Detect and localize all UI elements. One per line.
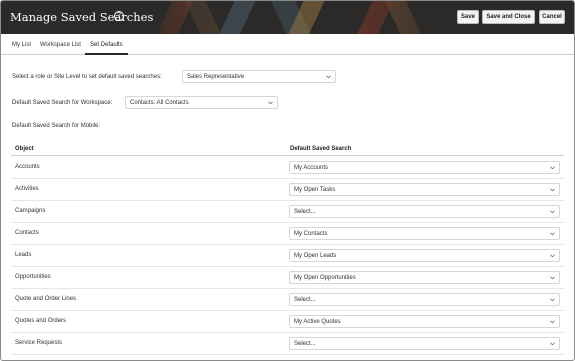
save-and-close-button[interactable]: Save and Close [482,10,535,24]
default-saved-search-select[interactable]: Select... [289,205,560,218]
table-row: Quote and Order Lines Select... [11,289,564,311]
table-row: Activities My Open Tasks [11,179,564,201]
default-saved-search-select[interactable]: My Open Opportunities [289,271,560,284]
select-value: My Active Quotes [294,319,341,325]
object-name: Service Requests [15,340,63,346]
dialog-header: Manage Saved Searches ? Save Save and Cl… [1,1,574,34]
chevron-down-icon [550,166,555,170]
select-value: Select... [294,297,316,303]
workspace-select-value: Contacts: All Contacts [130,100,189,106]
tab-bar: My List Workspace List Set Defaults [1,38,574,55]
chevron-down-icon [550,188,555,192]
select-value: My Open Tasks [294,187,336,193]
chevron-down-icon [326,75,331,79]
tab-my-list[interactable]: My List [12,42,31,48]
default-saved-search-select[interactable]: My Open Leads [289,249,560,262]
table-row: Opportunities My Open Opportunities [11,267,564,289]
object-name: Accounts [15,164,40,170]
cancel-button[interactable]: Cancel [539,10,565,24]
manage-saved-searches-dialog: Manage Saved Searches ? Save Save and Cl… [0,0,575,361]
tab-workspace-list[interactable]: Workspace List [40,42,81,48]
default-saved-search-select[interactable]: Select... [289,293,560,306]
active-tab-indicator [85,53,128,55]
select-value: My Open Opportunities [294,275,356,281]
chevron-down-icon [550,210,555,214]
table-row: Service Requests Select... [11,333,564,355]
select-value: Select... [294,209,316,215]
chevron-down-icon [550,232,555,236]
object-name: Quotes and Orders [15,318,67,324]
dialog-title: Manage Saved Searches [10,10,154,24]
workspace-label: Default Saved Search for Workspace: [12,100,113,106]
role-label: Select a role or Site Level to set defau… [12,74,162,80]
role-select-value: Sales Representative [187,74,245,80]
table-row: Leads My Open Leads [11,245,564,267]
table-row: Accounts My Accounts [11,157,564,179]
default-saved-search-select[interactable]: My Active Quotes [289,315,560,328]
default-saved-search-select[interactable]: My Contacts [289,227,560,240]
role-select[interactable]: Sales Representative [182,70,336,83]
object-name: Opportunities [15,274,51,280]
default-saved-search-select[interactable]: My Accounts [289,161,560,174]
object-name: Leads [15,252,32,258]
column-header-object: Object [15,146,34,152]
select-value: My Accounts [294,165,329,171]
save-button[interactable]: Save [457,10,479,24]
object-name: Quote and Order Lines [15,296,77,302]
table-row: Campaigns Select... [11,201,564,223]
question-circle-icon[interactable]: ? [114,11,124,21]
select-value: My Contacts [294,231,328,237]
table-header: Object Default Saved Search [11,142,564,156]
mobile-label: Default Saved Search for Mobile: [12,123,101,129]
tab-set-defaults[interactable]: Set Defaults [90,42,123,48]
chevron-down-icon [550,342,555,346]
object-name: Campaigns [15,208,46,214]
chevron-down-icon [550,320,555,324]
object-name: Contacts [15,230,39,236]
chevron-down-icon [268,101,273,105]
chevron-down-icon [550,276,555,280]
chevron-down-icon [550,254,555,258]
workspace-select[interactable]: Contacts: All Contacts [125,96,278,109]
default-saved-search-select[interactable]: My Open Tasks [289,183,560,196]
column-header-default-saved-search: Default Saved Search [290,146,352,152]
object-name: Activities [15,186,39,192]
select-value: Select... [294,341,316,347]
select-value: My Open Leads [294,253,337,259]
table-row: Quotes and Orders My Active Quotes [11,311,564,333]
default-saved-search-select[interactable]: Select... [289,337,560,350]
table-row: Contacts My Contacts [11,223,564,245]
chevron-down-icon [550,298,555,302]
